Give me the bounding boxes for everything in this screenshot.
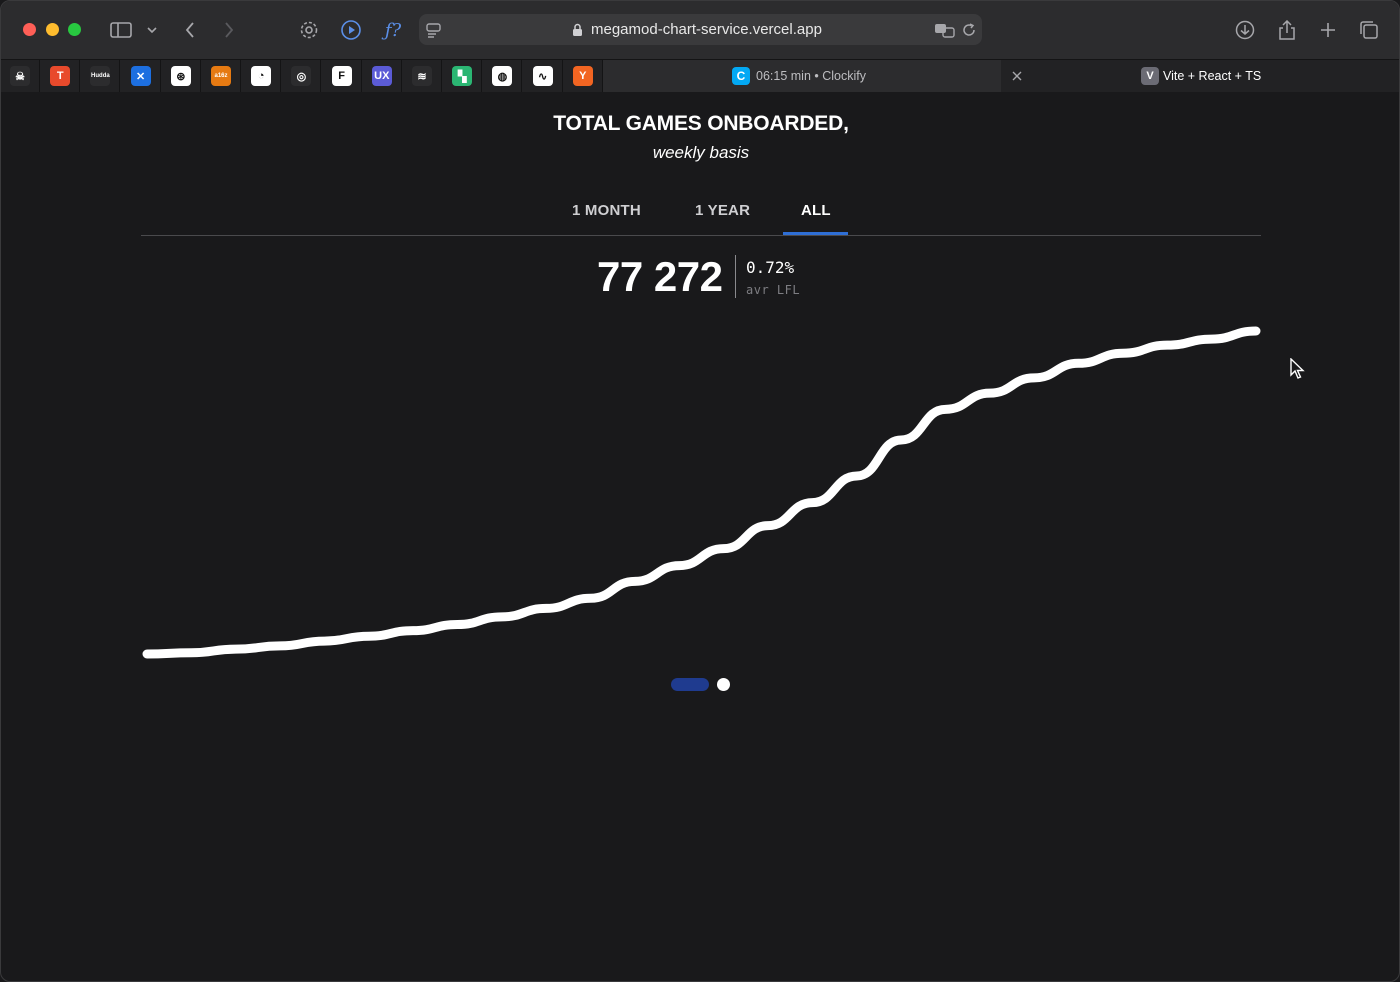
favicon-separator <box>159 60 161 92</box>
share-icon[interactable] <box>1274 17 1300 43</box>
range-tabs: 1 MONTH 1 YEAR ALL <box>1 202 1399 236</box>
favicon-separator <box>521 60 523 92</box>
tab-vite[interactable]: V Vite + React + TS <box>1021 60 1399 92</box>
ycombinator-icon[interactable]: Y <box>572 66 593 86</box>
new-tab-icon[interactable] <box>1315 17 1341 43</box>
forward-icon[interactable] <box>216 17 242 43</box>
rings-icon[interactable]: ◎ <box>291 66 312 86</box>
globe-icon[interactable]: ◍ <box>492 66 513 86</box>
total-value: 77 272 <box>597 253 723 300</box>
translate-icon[interactable] <box>932 17 958 43</box>
ux-icon[interactable]: UX <box>371 66 392 86</box>
favicon-separator <box>79 60 81 92</box>
page-title: TOTAL GAMES ONBOARDED, <box>553 112 849 135</box>
favicon-separator <box>400 60 402 92</box>
vite-icon: V <box>1141 67 1159 85</box>
tab-overview-icon[interactable] <box>1356 17 1382 43</box>
tab-vite-label: Vite + React + TS <box>1163 69 1262 83</box>
skull-icon[interactable]: ☠ <box>10 66 30 86</box>
reload-icon[interactable] <box>956 17 982 43</box>
browser-window: ƒ? megamod-chart-service.vercel.app ☠ T Hu… <box>0 0 1400 982</box>
pagination-dot[interactable] <box>717 678 730 691</box>
favicon-separator <box>280 60 282 92</box>
change-label: avr LFL <box>746 283 801 297</box>
tab-clockify[interactable]: C 06:15 min • Clockify <box>603 60 1001 92</box>
hudda-icon[interactable]: Hudda <box>90 66 111 86</box>
favicon-separator <box>240 60 241 92</box>
download-icon[interactable] <box>1232 17 1258 43</box>
favicon-separator <box>320 60 322 92</box>
favicon-separator <box>441 60 442 92</box>
clockify-icon: C <box>732 67 750 85</box>
gear-icon[interactable] <box>296 17 322 43</box>
zoom-window-button[interactable] <box>68 23 81 36</box>
toptal-icon[interactable]: T <box>50 66 71 86</box>
play-extension-icon[interactable] <box>338 17 364 43</box>
tab-1-month[interactable]: 1 MONTH <box>572 202 641 219</box>
close-window-button[interactable] <box>23 23 36 36</box>
favicon-separator <box>360 60 362 92</box>
a16z-icon[interactable]: a16z <box>211 66 231 86</box>
tab-1-year[interactable]: 1 YEAR <box>695 202 750 219</box>
browser-toolbar: ƒ? megamod-chart-service.vercel.app <box>1 1 1399 59</box>
framer-icon[interactable]: F <box>331 66 352 86</box>
mouse-cursor-icon <box>1290 358 1305 379</box>
tab-clockify-label: 06:15 min • Clockify <box>756 69 866 83</box>
favicon-separator <box>119 60 121 92</box>
chevron-down-icon[interactable] <box>139 17 165 43</box>
pulse-icon[interactable]: ∿ <box>532 66 553 86</box>
tab-all[interactable]: ALL <box>801 202 831 219</box>
speedtest-icon[interactable]: ◔ <box>251 66 272 86</box>
url-text[interactable]: megamod-chart-service.vercel.app <box>591 21 822 38</box>
butterfly-icon[interactable]: ✕ <box>130 66 151 86</box>
stack-icon[interactable]: ≋ <box>412 66 432 86</box>
grid-icon[interactable]: ▚ <box>452 66 473 86</box>
back-icon[interactable] <box>177 17 203 43</box>
series-line <box>142 326 1261 659</box>
tab-strip: ☠ T Hudda ✕ ⊛ a16z ◔ ◎ F UX ≋ ▚ ◍ ∿ Y C 06:15 min • Cl… <box>1 59 1399 92</box>
favicon-separator <box>481 60 483 92</box>
page-subtitle: weekly basis <box>652 143 750 162</box>
lock-icon <box>567 17 587 43</box>
favicon-separator <box>39 60 40 92</box>
minimize-window-button[interactable] <box>46 23 59 36</box>
favicon-separator <box>199 60 201 92</box>
sidebar-toggle-icon[interactable] <box>108 17 134 43</box>
favicon-separator <box>561 60 563 92</box>
function-extension-icon[interactable]: ƒ? <box>380 17 406 43</box>
tabs-divider <box>141 235 1261 236</box>
stat-divider <box>735 255 736 298</box>
change-percent: 0.72% <box>746 258 795 277</box>
pagination-dot-active[interactable] <box>671 678 709 691</box>
reader-icon[interactable] <box>421 17 447 43</box>
openai-icon[interactable]: ⊛ <box>170 66 191 86</box>
